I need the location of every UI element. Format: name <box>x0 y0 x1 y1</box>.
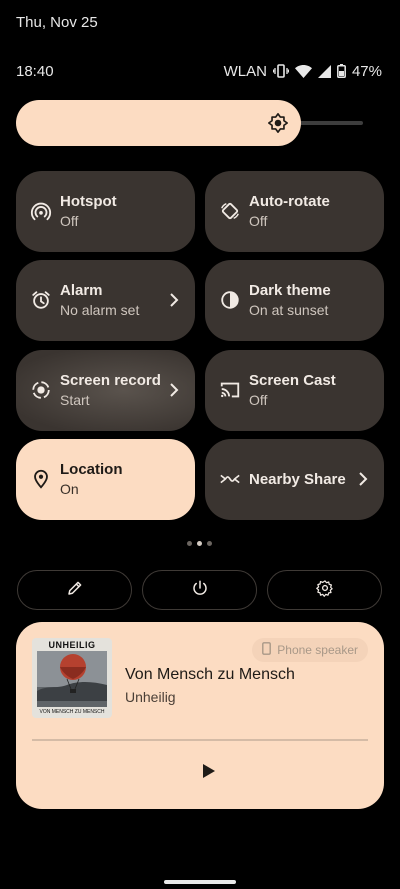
tile-screen-cast[interactable]: Screen Cast Off <box>205 350 384 431</box>
nearby-share-icon <box>219 468 241 490</box>
location-icon <box>30 468 52 490</box>
phone-icon <box>262 642 272 658</box>
page-dot <box>187 541 192 546</box>
tile-state: On <box>60 481 79 497</box>
tile-label: Nearby Share <box>249 471 346 488</box>
play-icon <box>203 764 215 778</box>
track-title: Von Mensch zu Mensch <box>125 666 295 683</box>
album-art-artist: UNHEILIG <box>48 640 96 650</box>
album-art: UNHEILIG VON MENSCH ZU MENSCH <box>32 638 112 718</box>
battery-percent: 47% <box>351 62 382 80</box>
album-art-title: VON MENSCH ZU MENSCH <box>39 709 105 715</box>
output-label: Phone speaker <box>277 643 358 657</box>
tile-auto-rotate[interactable]: Auto-rotate Off <box>205 171 384 252</box>
tile-state: No alarm set <box>60 302 140 318</box>
power-button[interactable] <box>142 570 257 610</box>
album-art-image <box>37 651 107 707</box>
edit-icon <box>66 579 84 602</box>
tile-state: Off <box>60 213 79 229</box>
clock: 18:40 <box>16 62 54 80</box>
edit-button[interactable] <box>17 570 132 610</box>
output-switcher[interactable]: Phone speaker <box>252 638 368 662</box>
hotspot-icon <box>30 200 52 222</box>
chevron-right-icon <box>167 292 181 308</box>
seek-bar[interactable] <box>32 739 368 741</box>
brightness-fill <box>16 100 301 146</box>
track-artist: Unheilig <box>125 689 176 705</box>
tile-state: On at sunset <box>249 302 329 318</box>
status-bar: 18:40 WLAN 47% <box>16 61 382 81</box>
tile-location[interactable]: Location On <box>16 439 195 520</box>
brightness-slider[interactable] <box>16 100 363 146</box>
tile-screen-record[interactable]: Screen record Start <box>16 350 195 431</box>
page-dot <box>207 541 212 546</box>
sun-icon <box>267 112 289 134</box>
battery-icon <box>337 64 346 78</box>
tile-label: Alarm <box>60 282 103 299</box>
chevron-right-icon <box>356 471 370 487</box>
settings-button[interactable] <box>267 570 382 610</box>
alarm-icon <box>30 289 52 311</box>
chevron-right-icon <box>167 382 181 398</box>
tile-alarm[interactable]: Alarm No alarm set <box>16 260 195 341</box>
tile-label: Location <box>60 461 123 478</box>
power-icon <box>191 579 209 602</box>
tile-state: Off <box>249 213 268 229</box>
rotate-icon <box>219 200 241 222</box>
page-dot-active <box>197 541 202 546</box>
cast-icon <box>219 379 241 401</box>
tile-label: Dark theme <box>249 282 331 299</box>
tile-hotspot[interactable]: Hotspot Off <box>16 171 195 252</box>
tile-label: Screen Cast <box>249 372 336 389</box>
tile-label: Screen record <box>60 372 161 389</box>
signal-icon <box>317 64 331 78</box>
wifi-icon <box>294 64 312 78</box>
media-player[interactable]: UNHEILIG VON MENSCH ZU MENSCH Phone spea… <box>16 622 384 809</box>
tile-nearby-share[interactable]: Nearby Share <box>205 439 384 520</box>
tile-dark-theme[interactable]: Dark theme On at sunset <box>205 260 384 341</box>
record-icon <box>30 379 52 401</box>
tile-state: Start <box>60 392 90 408</box>
vibrate-icon <box>272 64 289 78</box>
settings-icon <box>315 579 334 602</box>
page-indicator <box>187 541 212 546</box>
tile-label: Auto-rotate <box>249 193 330 210</box>
tile-state: Off <box>249 392 268 408</box>
network-label: WLAN <box>223 62 267 80</box>
contrast-icon <box>219 289 241 311</box>
date: Thu, Nov 25 <box>16 14 98 31</box>
home-handle[interactable] <box>164 880 236 884</box>
footer-actions <box>17 570 383 612</box>
tile-label: Hotspot <box>60 193 117 210</box>
play-button[interactable] <box>198 761 218 781</box>
